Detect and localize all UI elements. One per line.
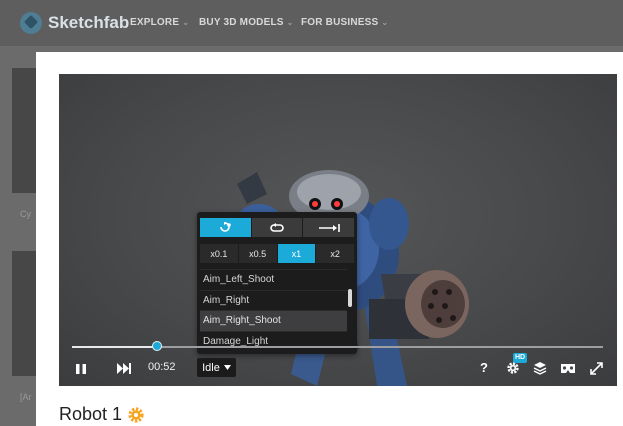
background-card-thumbnail bbox=[12, 68, 36, 193]
loop-one-mode-button[interactable] bbox=[251, 218, 303, 237]
background-card-caption: [Ar bbox=[20, 392, 32, 402]
nav-for-business[interactable]: FOR BUSINESS ⌄ bbox=[301, 17, 388, 28]
nav-business-label: FOR BUSINESS bbox=[301, 17, 379, 28]
chevron-down-icon: ⌄ bbox=[381, 18, 389, 27]
animation-item[interactable]: Aim_Right bbox=[200, 289, 347, 311]
speed-selector: x0.1 x0.5 x1 x2 bbox=[200, 244, 354, 263]
nav-buy-label: BUY 3D MODELS bbox=[199, 17, 284, 28]
logo-text: Sketchfab bbox=[48, 13, 130, 32]
chevron-down-icon: ⌄ bbox=[182, 18, 190, 27]
speed-x1-button[interactable]: x1 bbox=[277, 244, 316, 263]
animation-settings-popup: x0.1 x0.5 x1 x2 Aim_Left_Shoot Aim_Right… bbox=[197, 212, 357, 354]
loop-all-mode-button[interactable] bbox=[200, 218, 251, 237]
play-once-icon bbox=[318, 223, 340, 232]
loop-one-icon bbox=[270, 222, 284, 232]
pause-icon[interactable] bbox=[75, 363, 87, 375]
chevron-down-icon: ⌄ bbox=[286, 18, 294, 27]
help-icon[interactable]: ? bbox=[480, 360, 488, 375]
animation-item[interactable]: Aim_Left_Shoot bbox=[200, 269, 347, 290]
staff-pick-gear-icon bbox=[128, 406, 144, 423]
playback-time: 00:52 bbox=[148, 361, 176, 373]
nav-buy-3d-models[interactable]: BUY 3D MODELS ⌄ bbox=[199, 17, 294, 28]
playback-mode-row bbox=[200, 218, 355, 237]
animation-selector-button[interactable]: Idle bbox=[197, 358, 236, 377]
layers-icon[interactable] bbox=[533, 361, 547, 375]
animation-list-scrollbar[interactable] bbox=[348, 270, 352, 352]
speed-x0.5-button[interactable]: x0.5 bbox=[238, 244, 277, 263]
model-title-row: Robot 1 bbox=[59, 404, 144, 425]
top-navigation-bar: Sketchfab EXPLORE ⌄ BUY 3D MODELS ⌄ FOR … bbox=[0, 0, 623, 46]
3d-viewer[interactable]: x0.1 x0.5 x1 x2 Aim_Left_Shoot Aim_Right… bbox=[59, 74, 617, 386]
play-once-mode-button[interactable] bbox=[303, 218, 355, 237]
animation-selector-label: Idle bbox=[202, 361, 220, 374]
settings-icon[interactable] bbox=[506, 361, 520, 375]
animation-timeline[interactable] bbox=[72, 341, 603, 351]
speed-x2-button[interactable]: x2 bbox=[316, 244, 354, 263]
next-animation-icon[interactable] bbox=[116, 362, 132, 375]
nav-explore-label: EXPLORE bbox=[130, 17, 180, 28]
sketchfab-logo[interactable]: Sketchfab bbox=[20, 12, 129, 34]
animation-item-selected[interactable]: Aim_Right_Shoot bbox=[200, 310, 347, 331]
fullscreen-icon[interactable] bbox=[590, 362, 603, 375]
vr-icon[interactable] bbox=[560, 363, 576, 374]
speed-x0.1-button[interactable]: x0.1 bbox=[200, 244, 238, 263]
sketchfab-logo-icon bbox=[20, 12, 42, 34]
background-card-caption: Cy bbox=[20, 209, 31, 219]
animation-list: Aim_Left_Shoot Aim_Right Aim_Right_Shoot… bbox=[200, 269, 347, 351]
model-title: Robot 1 bbox=[59, 404, 123, 424]
timeline-scrubber-handle[interactable] bbox=[151, 341, 162, 351]
nav-explore[interactable]: EXPLORE ⌄ bbox=[130, 17, 189, 28]
caret-down-icon bbox=[223, 365, 231, 370]
loop-all-icon bbox=[220, 222, 232, 232]
background-card-thumbnail bbox=[12, 251, 36, 376]
hd-badge: HD bbox=[513, 353, 528, 363]
scrollbar-thumb[interactable] bbox=[348, 289, 352, 307]
timeline-progress bbox=[72, 346, 157, 348]
